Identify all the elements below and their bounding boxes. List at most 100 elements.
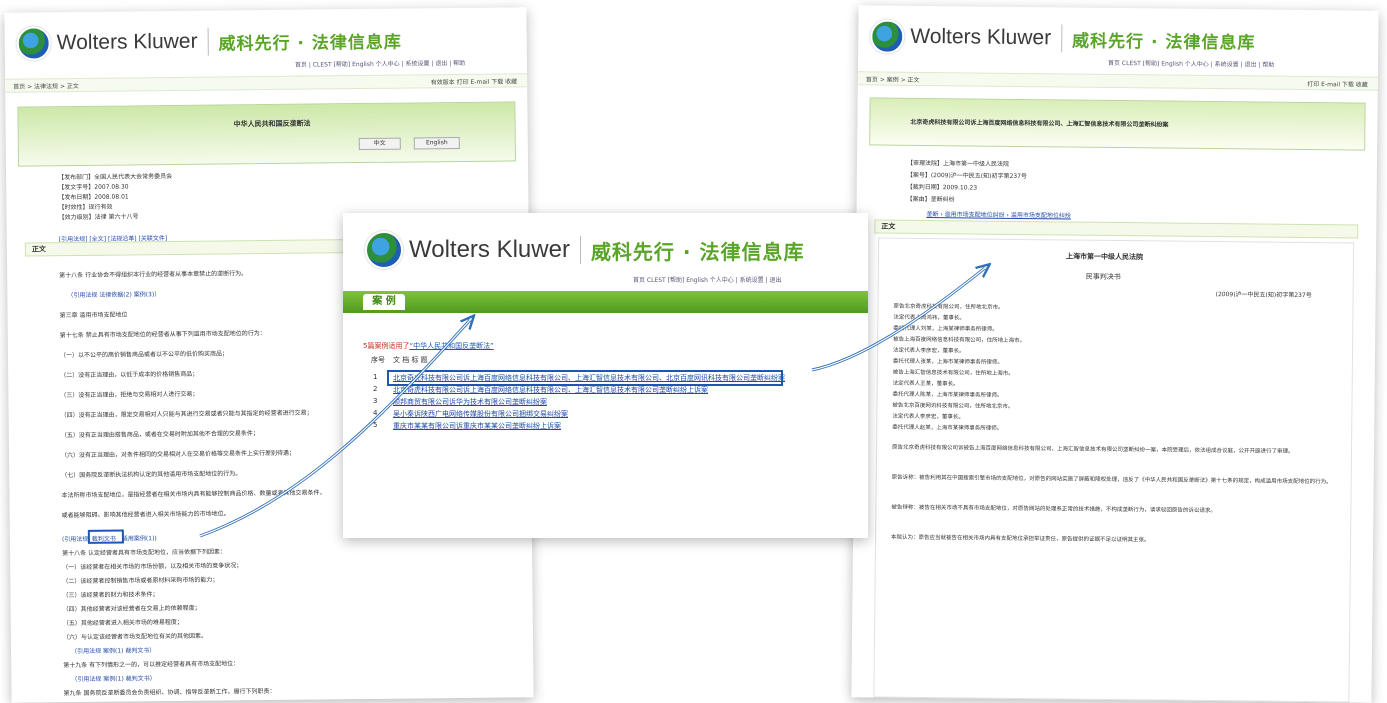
meta-line: 【案由】垄断纠纷 (906, 195, 955, 204)
result-law-link[interactable]: “中华人民共和国反垄断法” (409, 342, 493, 350)
result-link[interactable]: 顺邦商贸有限公司诉华为技术有限公司垄断纠纷案 (393, 397, 547, 407)
title-panel: 北京奇虎科技有限公司诉上海百度网络信息科技有限公司、上海汇智信息技术有限公司垄断… (869, 97, 1366, 151)
body-line: （二）该经营者控制销售市场或者原材料采购市场的能力； (62, 576, 219, 586)
brand-cn-title: 威科先行 · 法律信息库 (218, 32, 402, 55)
result-link[interactable]: 吴小秦诉陕西广电网络传媒股份有限公司捆绑交易纠纷案 (393, 409, 568, 419)
page-title: 中华人民共和国反垄断法 (233, 119, 311, 129)
body-line: 本法所称市场支配地位，是指经营者在相关市场内具有能够控制商品价格、数量或者其他交… (61, 489, 326, 500)
chinese-button[interactable]: 中文 (358, 137, 401, 151)
result-number: 3 (373, 397, 378, 405)
body-line: 第十八条 行业协会不得组织本行业的经营者从事本章禁止的垄断行为。 (59, 270, 248, 280)
brand-name: Wolters Kluwer (409, 236, 570, 263)
case-title: 北京奇虎科技有限公司诉上海百度网络信息科技有限公司、上海汇智信息技术有限公司垄断… (910, 118, 1169, 129)
wolters-kluwer-logo-icon (16, 26, 51, 61)
body-line: （三）没有正当理由，拒绝与交易相对人进行交易； (60, 390, 199, 400)
left-body: 第十八条 行业协会不得组织本行业的经营者从事本章禁止的垄断行为。 （引用法规 法律… (4, 7, 526, 519)
meta-links[interactable]: 垄断 › 滥用市场支配地位纠纷 › 滥用市场支配地位纠纷 (926, 209, 1071, 220)
body-line: （五）没有正当理由搭售商品，或者在交易时附加其他不合理的交易条件； (60, 430, 259, 440)
brand-header: Wolters Kluwer 威科先行 · 法律信息库 (16, 21, 403, 63)
meta-block: 【审理法院】上海市第一中级人民法院【案号】(2009)沪一中民五(知)初字第23… (859, 5, 1379, 204)
body-line: （三）该经营者的财力和技术条件； (62, 591, 159, 600)
body-line: 第十七条 禁止具有市场支配地位的经营者从事下列滥用市场支配地位的行为： (59, 330, 266, 340)
wolters-kluwer-logo-icon (365, 231, 403, 269)
case-number: (2009)沪一中民五(知)初字第237号 (1215, 291, 1312, 300)
meta-line: 【审理法院】上海市第一中级人民法院 (906, 159, 1010, 168)
highlight-box (387, 370, 783, 386)
body-line[interactable]: （引用法规 法律依据(2) 案例(3)） (67, 289, 160, 299)
body-line: 被告上海汇智信息技术有限公司，住所地上海市。 (892, 369, 1014, 377)
section-header: 正文 (874, 219, 1359, 239)
brand-divider (1060, 24, 1063, 53)
wolters-kluwer-logo-icon (870, 19, 905, 54)
links-row-c[interactable]: 适用案例(1)) (122, 533, 157, 542)
doc-toolbar[interactable]: 有效版本 打印 E-mail 下载 收藏 (431, 76, 518, 86)
breadcrumb[interactable]: 首页 > 案例 > 正文 (866, 74, 920, 84)
body-line: 法定代表人王某，董事长。 (892, 380, 959, 388)
body-line: （二）没有正当理由，以低于成本的价格销售商品； (60, 370, 199, 380)
brand-header: Wolters Kluwer 威科先行 · 法律信息库 (870, 17, 1256, 59)
body-line: 原告北京奇虎科技有限公司，住所地北京市。 (893, 303, 1004, 311)
meta-block: 【发布部门】全国人民代表大会常务委员会 【发文字号】2007.08.30 【发布日期… (4, 7, 526, 221)
result-number: 2 (373, 385, 378, 393)
body-line: （四）没有正当理由，限定交易相对人只能与其进行交易或者只能与其指定的经营者进行交… (60, 409, 313, 420)
top-links[interactable]: 首页 CLEST [帮助] English 个人中心 | 系统设置 | 退出 (633, 275, 781, 284)
doc-type: 民事判决书 (1085, 272, 1121, 282)
doc-toolbar[interactable]: 打印 E-mail 下载 收藏 (1307, 79, 1368, 89)
col-title-header: 文 档 标 题 (393, 356, 428, 364)
court-name: 上海市第一中级人民法院 (1065, 252, 1144, 262)
middle-page-screenshot: Wolters Kluwer 威科先行 · 法律信息库 首页 CLEST [帮助… (343, 213, 868, 538)
result-link[interactable]: 北京奇虎科技有限公司诉上海百度网络信息科技有限公司、上海汇智信息技术有限公司垄断… (393, 385, 708, 395)
brand-name: Wolters Kluwer (910, 24, 1052, 50)
toolbar-bar: 首页 > 案例 > 正文 打印 E-mail 下载 收藏 (857, 71, 1378, 91)
body-line[interactable]: （引用法规 案例(1) 裁判文书） (71, 673, 155, 683)
result-link[interactable]: 重庆市某某有限公司诉重庆市某某公司垄断纠纷上诉案 (393, 421, 561, 431)
body-line: 委托代理人赵某，上海市某律师事务所律师。 (892, 424, 1003, 432)
breadcrumb[interactable]: 首页 > 法律法规 > 正文 (13, 81, 79, 91)
toolbar-bar: 首页 > 法律法规 > 正文 有效版本 打印 E-mail 下载 收藏 (5, 73, 528, 93)
body-line: 法定代表人李彦宏，董事长。 (892, 413, 964, 421)
body-line: （七）国务院反垄断执法机构认定的其他滥用市场支配地位的行为。 (61, 470, 242, 480)
title-panel: 中华人民共和国反垄断法 中文 English (17, 101, 516, 167)
brand-cn-title: 威科先行 · 法律信息库 (590, 239, 805, 264)
section-title: 正文 (881, 222, 896, 231)
result-summary: 5篇案例适用了“中华人民共和国反垄断法” (363, 341, 494, 351)
result-number: 1 (373, 373, 378, 381)
col-no-header: 序号 (371, 356, 385, 364)
body-line[interactable]: （引用法规 案例(1) 裁判文书） (71, 645, 155, 655)
body-line: 第三章 滥用市场支配地位 (59, 311, 128, 320)
left-body-2: 第十八条 认定经营者具有市场支配地位，应当依据下列因素： （一）该经营者在相关市场… (4, 7, 526, 697)
body-line: 第十九条 有下列情形之一的，可以推定经营者具有市场支配地位： (63, 660, 240, 670)
body-line: 法定代表人周鸿祎，董事长。 (893, 314, 965, 322)
body-line: （一）以不公平的高价销售商品或者以不公平的低价购买商品； (59, 350, 229, 360)
brand-cn-title: 威科先行 · 法律信息库 (1071, 31, 1256, 53)
tab-bar: 案 例 (343, 291, 868, 313)
body-line: （五）其他经营者进入相关市场的难易程度； (62, 618, 183, 628)
body-line: 委托代理人刘某，上海某律师事务所律师。 (893, 325, 998, 333)
body-line: （四）其他经营者对该经营者在交易上的依赖程度； (62, 604, 201, 614)
body-line: 或者能够阻碍、影响其他经营者进入相关市场能力的市场地位。 (61, 510, 230, 520)
meta-line: 【案号】(2009)沪一中民五(知)初字第237号 (906, 171, 1027, 181)
body-line: 第十八条 认定经营者具有市场支配地位，应当依据下列因素： (62, 548, 227, 558)
body-line: 被告北京百度网讯科技有限公司，住所地北京市。 (892, 402, 1014, 410)
body-line: 第九条 国务院反垄断委员会负责组织、协调、指导反垄断工作，履行下列职责： (63, 687, 276, 698)
brand-divider (207, 27, 209, 56)
meta-line: 【裁判日期】2009.10.23 (906, 183, 978, 192)
top-links[interactable]: 首页 CLEST [帮助] English 个人中心 | 系统设置 | 退出 |… (1108, 58, 1274, 69)
meta-line: 【发布日期】2008.08.01 (58, 193, 129, 202)
meta-line: 【发布部门】全国人民代表大会常务委员会 (58, 173, 173, 182)
body-line: （六）没有正当理由，对条件相同的交易相对人在交易价格等交易条件上实行差别待遇； (61, 449, 296, 460)
result-number: 4 (373, 409, 378, 417)
body-line: 被告上海百度网络信息科技有限公司，住所地上海市。 (893, 336, 1026, 345)
right-body: 原告北京奇虎科技有限公司，住所地北京市。 法定代表人周鸿祎，董事长。委托代理人刘某… (859, 5, 1379, 544)
section-title: 正文 (31, 245, 46, 254)
meta-line: 【发文字号】2007.08.30 (58, 183, 129, 192)
body-line: 委托代理人陈某，上海市某律师事务所律师。 (892, 391, 1003, 399)
result-number: 5 (373, 421, 378, 429)
tab-cases[interactable]: 案 例 (363, 294, 405, 310)
top-links[interactable]: 首页 | CLEST [帮助] English 个人中心 | 系统设置 | 退出… (295, 58, 465, 69)
links-row-a[interactable]: (引用法规 (62, 534, 88, 543)
result-prefix: 5篇案例适用了 (363, 342, 410, 350)
brand-header: Wolters Kluwer 威科先行 · 法律信息库 (365, 231, 804, 269)
meta-line: 【时效性】现行有效 (58, 203, 113, 212)
english-button[interactable]: English (413, 136, 460, 150)
